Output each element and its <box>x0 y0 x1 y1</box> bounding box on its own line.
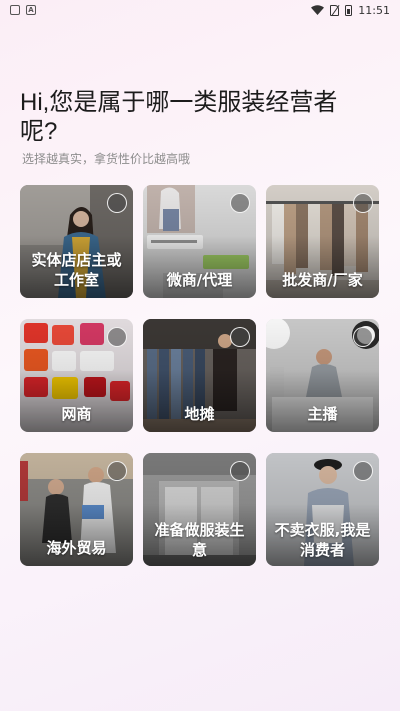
select-radio-icon[interactable] <box>353 461 373 481</box>
option-label: 海外贸易 <box>46 539 107 557</box>
select-radio-icon[interactable] <box>230 193 250 213</box>
status-time: 11:51 <box>358 3 390 17</box>
select-radio-icon[interactable] <box>107 193 127 213</box>
option-label: 地摊 <box>184 405 215 423</box>
wifi-icon <box>311 5 325 15</box>
option-card-consumer[interactable]: 不卖衣服,我是消费者 <box>266 453 379 566</box>
page-title: Hi,您是属于哪一类服装经营者呢? <box>20 89 338 145</box>
option-card-wholesaler[interactable]: 批发商/厂家 <box>266 185 379 298</box>
select-radio-icon[interactable] <box>107 461 127 481</box>
option-card-online-seller[interactable]: 网商 <box>20 319 133 432</box>
option-card-physical-store[interactable]: 实体店店主或工作室 <box>20 185 133 298</box>
option-label: 主播 <box>307 405 338 423</box>
status-bar: A 11:51 <box>0 0 400 20</box>
select-radio-icon[interactable] <box>353 193 373 213</box>
business-type-grid: 实体店店主或工作室 微商/代理 批发商/厂家 网商 地摊 主播 海外贸易 准备做… <box>20 185 379 566</box>
select-radio-icon[interactable] <box>353 327 373 347</box>
option-card-live-streamer[interactable]: 主播 <box>266 319 379 432</box>
select-radio-icon[interactable] <box>230 327 250 347</box>
a-icon: A <box>26 5 36 15</box>
option-card-starting-business[interactable]: 准备做服装生意 <box>143 453 256 566</box>
battery-icon <box>345 4 353 16</box>
option-label: 实体店店主或工作室 <box>31 251 122 289</box>
option-label: 网商 <box>61 405 92 423</box>
select-radio-icon[interactable] <box>230 461 250 481</box>
select-radio-icon[interactable] <box>107 327 127 347</box>
option-card-wechat-agent[interactable]: 微商/代理 <box>143 185 256 298</box>
no-sim-icon <box>330 4 340 16</box>
notification-icon <box>10 5 20 15</box>
option-label: 不卖衣服,我是消费者 <box>274 521 371 559</box>
option-label: 微商/代理 <box>166 271 233 289</box>
option-label: 准备做服装生意 <box>154 521 245 559</box>
option-label: 批发商/厂家 <box>282 271 363 289</box>
option-card-overseas-trade[interactable]: 海外贸易 <box>20 453 133 566</box>
option-card-street-stall[interactable]: 地摊 <box>143 319 256 432</box>
page-subtitle: 选择越真实，拿货性价比越高哦 <box>22 152 191 166</box>
